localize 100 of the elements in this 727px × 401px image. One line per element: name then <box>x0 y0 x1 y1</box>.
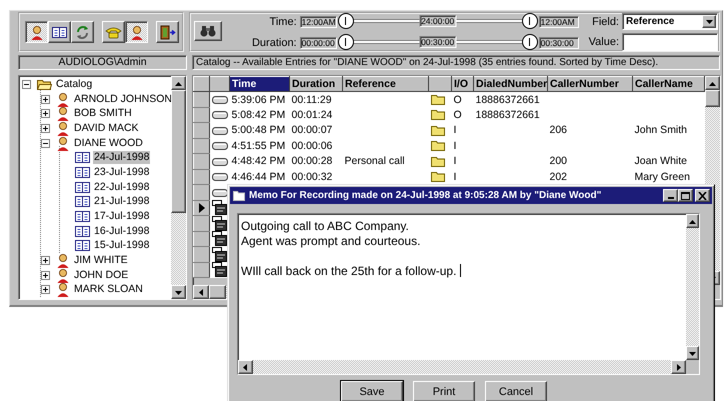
table-cell: O <box>452 92 474 107</box>
tree-item[interactable]: 21-Jul-1998 <box>93 195 150 208</box>
scroll-up-button[interactable] <box>686 214 699 228</box>
row-selector[interactable] <box>194 231 210 246</box>
scroll-thumb[interactable] <box>705 90 720 107</box>
arrow-left-icon <box>242 364 249 370</box>
tree-item[interactable]: ARNOLD JOHNSON <box>73 92 171 106</box>
tree-item[interactable]: Catalog <box>55 78 94 91</box>
search-button[interactable] <box>194 21 222 41</box>
scroll-left-button[interactable] <box>238 360 253 374</box>
collapse-icon[interactable] <box>22 80 31 89</box>
row-selector[interactable] <box>194 216 210 231</box>
window-title: Memo For Recording made on 24-Jul-1998 at 9:05:28 AM by "Diane Wood" <box>249 190 602 201</box>
tree-item[interactable]: 22-Jul-1998 <box>93 180 150 194</box>
row-selector[interactable] <box>194 200 210 216</box>
table-cell: 4:48:42 PM <box>230 154 290 169</box>
table-cell: 4:51:55 PM <box>230 138 290 154</box>
expand-icon[interactable] <box>41 256 50 266</box>
table-cell: 5:39:06 PM <box>230 92 290 107</box>
dropdown-button[interactable] <box>702 15 716 28</box>
expand-icon[interactable] <box>41 109 50 118</box>
row-selector[interactable] <box>194 154 210 169</box>
scroll-up-button[interactable] <box>171 76 186 90</box>
column-header[interactable]: Duration <box>290 76 342 92</box>
book-icon <box>52 26 67 38</box>
scrollbar[interactable] <box>171 76 186 299</box>
scroll-up-button[interactable] <box>705 76 720 90</box>
user-label: AUDIOLOG\Admin <box>18 55 187 70</box>
slider-label: Time: <box>268 16 298 28</box>
row-selector[interactable] <box>194 122 210 138</box>
tree-item[interactable]: 23-Jul-1998 <box>93 166 150 179</box>
tree-item[interactable]: 24-Jul-1998 <box>93 151 150 164</box>
expand-icon[interactable] <box>41 94 50 104</box>
scrollbar[interactable] <box>238 360 686 374</box>
arrow-up-icon <box>689 218 696 224</box>
row-selector[interactable] <box>194 169 210 184</box>
table-cell: I <box>452 122 474 138</box>
tree-item[interactable]: JIM WHITE <box>73 254 129 268</box>
column-header[interactable]: I/O <box>452 76 474 92</box>
collapse-icon[interactable] <box>41 138 50 148</box>
field-label: Field: <box>591 16 619 28</box>
table-cell: I <box>452 138 474 154</box>
tree-item[interactable]: BOB SMITH <box>73 107 133 120</box>
value-label: Value: <box>588 36 619 48</box>
arrow-left-icon <box>198 288 204 296</box>
tree-item[interactable]: DIANE WOOD <box>73 136 144 150</box>
tree-item[interactable]: DAVID MACK <box>73 122 140 135</box>
scroll-down-button[interactable] <box>171 285 186 299</box>
table-cell: 4:46:44 PM <box>230 169 290 184</box>
row-selector[interactable] <box>194 107 210 122</box>
tree-item[interactable]: MARK SLOAN <box>73 283 144 296</box>
column-header[interactable]: CallerName <box>632 76 704 92</box>
person-icon <box>56 92 70 107</box>
arrow-down-icon <box>175 288 182 296</box>
expand-icon[interactable] <box>41 285 50 294</box>
range-end-value: 00:30:00 <box>538 36 579 48</box>
folder-icon <box>37 78 52 90</box>
scroll-left-button[interactable] <box>193 285 209 299</box>
row-selector[interactable] <box>194 262 210 278</box>
scroll-down-button[interactable] <box>686 346 699 360</box>
dialog-button[interactable]: Print <box>413 381 475 401</box>
minimize-icon <box>668 197 674 199</box>
expand-icon[interactable] <box>41 270 50 280</box>
column-header[interactable]: CallerNumber <box>548 76 632 92</box>
person-icon <box>130 24 144 40</box>
dropdown-value: Reference <box>626 16 674 27</box>
maximize-button[interactable] <box>678 189 693 202</box>
close-button[interactable] <box>695 189 710 202</box>
slider-label: Duration: <box>250 36 298 48</box>
tree-item[interactable]: JOHN DOE <box>73 268 130 282</box>
scroll-right-button[interactable] <box>671 360 686 374</box>
table-cell: 18886372661 <box>474 107 548 122</box>
arrow-right-icon <box>675 364 682 370</box>
tree-item[interactable]: 16-Jul-1998 <box>93 224 150 238</box>
toolbar-button[interactable] <box>125 21 148 43</box>
scroll-thumb[interactable] <box>209 285 226 299</box>
arrow-up-icon <box>175 80 182 86</box>
scrollbar[interactable] <box>686 214 699 360</box>
table-cell: Mary Green <box>632 169 704 184</box>
field-dropdown[interactable]: Reference <box>622 13 718 30</box>
value-field[interactable] <box>622 33 718 51</box>
memo-field[interactable]: Outgoing call to ABC Company. Agent was prompt and courteous. WIll call back on the 25th for a follow-up. <box>237 213 700 375</box>
row-selector[interactable] <box>194 138 210 154</box>
dialog-button[interactable]: Cancel <box>485 381 547 401</box>
column-header[interactable]: Reference <box>342 76 428 92</box>
expand-icon[interactable] <box>41 124 50 133</box>
dialog-button[interactable]: Save <box>341 381 403 401</box>
table-cell: 202 <box>548 169 632 184</box>
row-selector[interactable] <box>194 92 210 107</box>
tree-item[interactable]: 17-Jul-1998 <box>93 210 150 224</box>
row-selector[interactable] <box>194 246 210 262</box>
person-icon <box>56 136 70 151</box>
tree-item[interactable]: 15-Jul-1998 <box>93 239 150 252</box>
row-selector[interactable] <box>194 184 210 200</box>
scroll-thumb[interactable] <box>171 90 186 213</box>
toolbar-button[interactable] <box>25 21 48 43</box>
memo-text: Outgoing call to ABC Company. Agent was prompt and courteous. WIll call back on the 25th for a follow-up. <box>241 219 458 278</box>
minimize-button[interactable] <box>663 189 678 202</box>
column-header[interactable]: Time <box>230 76 290 92</box>
range-end-value: 12:00AM <box>538 16 579 28</box>
